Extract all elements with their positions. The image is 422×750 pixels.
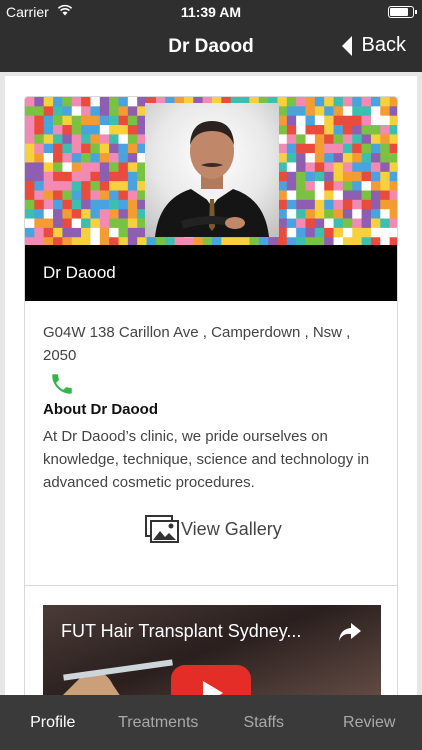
tab-staffs[interactable]: Staffs (211, 695, 317, 750)
view-gallery-button[interactable]: View Gallery (145, 515, 282, 543)
about-heading: About Dr Daood (43, 401, 158, 418)
tab-profile[interactable]: Profile (0, 695, 106, 750)
navigation-bar: Dr Daood Back (0, 24, 422, 72)
gallery-icon (145, 515, 179, 543)
chevron-left-icon (341, 35, 352, 56)
banner-image (25, 97, 397, 245)
back-label: Back (361, 34, 406, 56)
play-button[interactable] (171, 665, 251, 695)
status-time: 11:39 AM (180, 4, 242, 20)
tab-bar: Profile Treatments Staffs Review (0, 695, 422, 750)
section-divider (25, 585, 397, 586)
profile-scroll-area[interactable]: Dr Daood G04W 138 Carillon Ave , Camperd… (5, 76, 417, 695)
battery-icon (388, 6, 417, 18)
tab-review[interactable]: Review (317, 695, 422, 750)
profile-card: Dr Daood G04W 138 Carillon Ave , Camperd… (24, 96, 398, 695)
doctor-name: Dr Daood (43, 263, 116, 282)
view-gallery-label: View Gallery (181, 518, 282, 539)
back-button[interactable]: Back (340, 34, 406, 57)
doctor-name-bar: Dr Daood (25, 245, 397, 301)
video-player[interactable]: FUT Hair Transplant Sydney... (43, 605, 381, 695)
about-description: At Dr Daood’s clinic, we pride ourselves… (43, 428, 370, 491)
address-text: G04W 138 Carillon Ave , Camperdown , Nsw… (43, 324, 351, 364)
video-title: FUT Hair Transplant Sydney... (61, 621, 302, 641)
status-bar: Carrier 11:39 AM (0, 0, 422, 24)
video-thumbnail-scene (63, 659, 173, 695)
phone-icon[interactable] (49, 371, 75, 397)
doctor-portrait (145, 103, 279, 237)
share-icon[interactable] (337, 621, 363, 643)
tab-treatments[interactable]: Treatments (106, 695, 212, 750)
